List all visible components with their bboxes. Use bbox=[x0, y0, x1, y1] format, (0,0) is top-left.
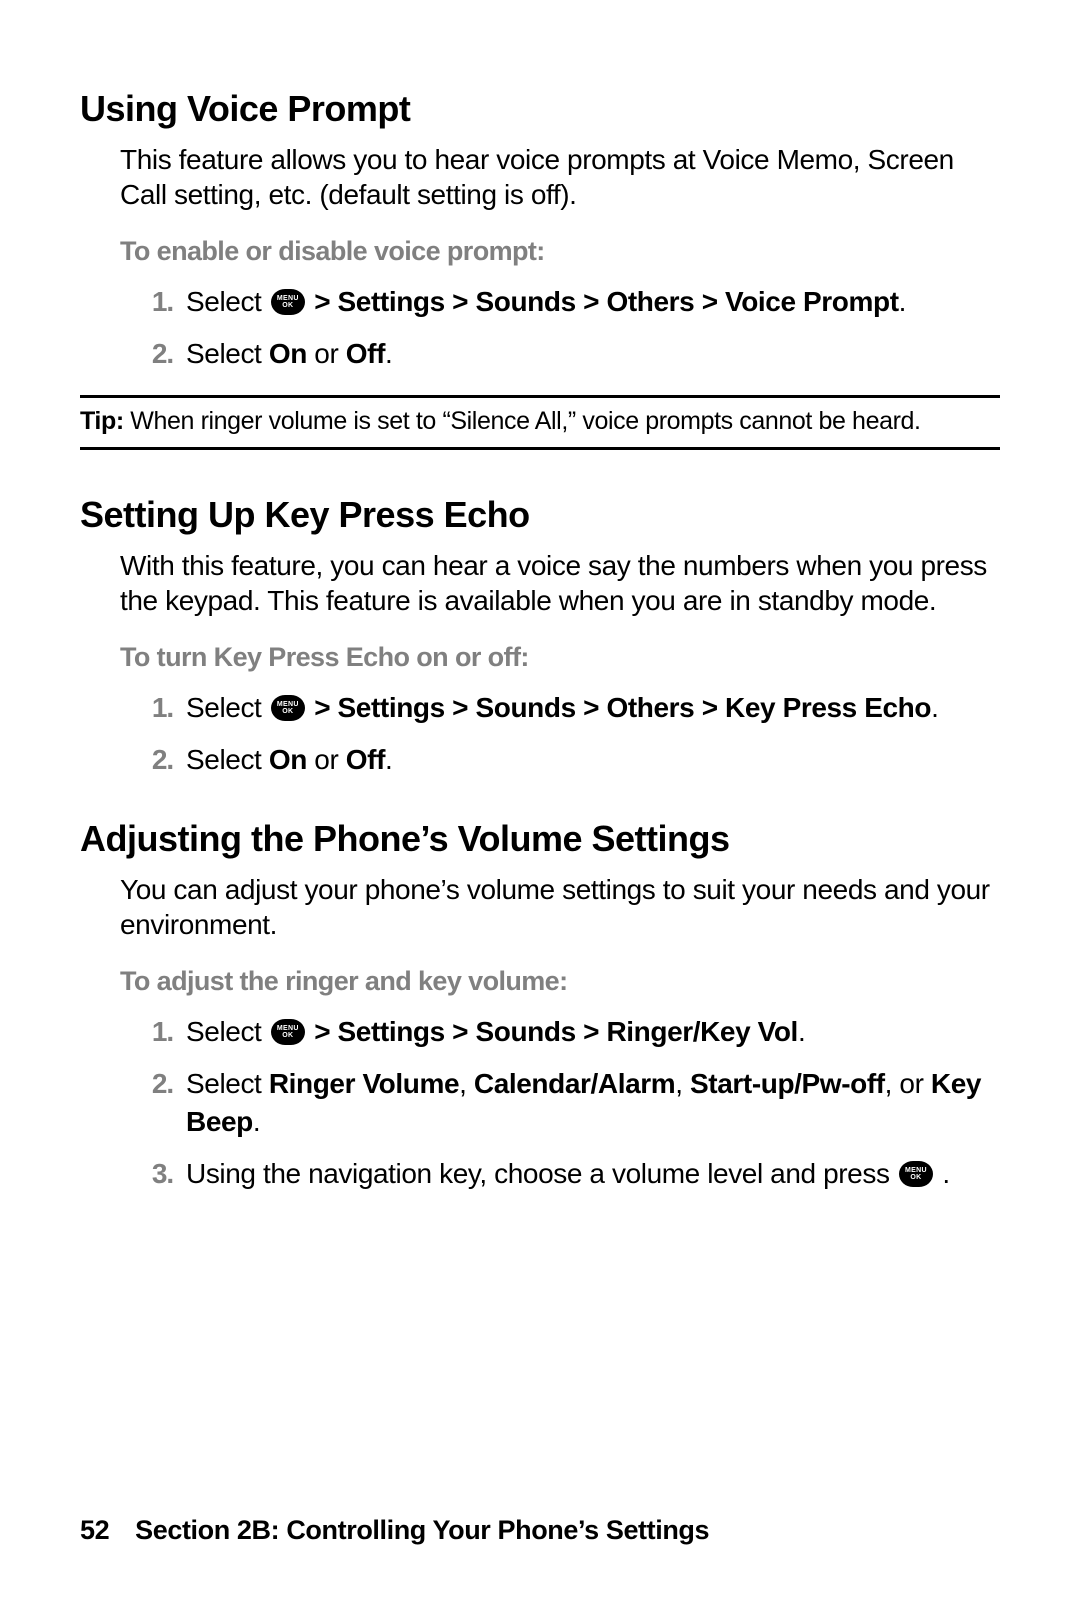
text: Using the navigation key, choose a volum… bbox=[186, 1158, 897, 1189]
text: or bbox=[307, 338, 346, 369]
step-1: Select > Settings > Sounds > Others > Vo… bbox=[180, 283, 1000, 321]
tip-box: Tip: When ringer volume is set to “Silen… bbox=[80, 395, 1000, 450]
step-2: Select On or Off. bbox=[180, 741, 1000, 779]
step-1: Select > Settings > Sounds > Others > Ke… bbox=[180, 689, 1000, 727]
text: Select bbox=[186, 1016, 269, 1047]
menu-ok-icon bbox=[271, 1019, 305, 1045]
text: . bbox=[385, 338, 392, 369]
footer-section-title: Section 2B: Controlling Your Phone’s Set… bbox=[135, 1515, 709, 1545]
menu-ok-icon bbox=[899, 1161, 933, 1187]
tip-label: Tip: bbox=[80, 407, 124, 435]
step-2: Select Ringer Volume, Calendar/Alarm, St… bbox=[180, 1065, 1000, 1141]
text: Select bbox=[186, 338, 269, 369]
menu-ok-icon bbox=[271, 695, 305, 721]
step-2: Select On or Off. bbox=[180, 335, 1000, 373]
steps-volume-settings: Select > Settings > Sounds > Ringer/Key … bbox=[80, 1013, 1000, 1192]
step-3: Using the navigation key, choose a volum… bbox=[180, 1155, 1000, 1193]
text: , or bbox=[885, 1068, 931, 1099]
text: , bbox=[459, 1068, 474, 1099]
text: Select bbox=[186, 286, 269, 317]
lead-voice-prompt: To enable or disable voice prompt: bbox=[80, 236, 1000, 267]
opt-startup-pwoff: Start-up/Pw-off bbox=[690, 1068, 885, 1099]
text: , bbox=[675, 1068, 690, 1099]
menu-ok-icon bbox=[271, 289, 305, 315]
text: or bbox=[307, 744, 346, 775]
nav-path: > Settings > Sounds > Ringer/Key Vol bbox=[307, 1016, 798, 1047]
manual-page: Using Voice Prompt This feature allows y… bbox=[0, 0, 1080, 1620]
nav-path: > Settings > Sounds > Others > Key Press… bbox=[307, 692, 931, 723]
heading-voice-prompt: Using Voice Prompt bbox=[80, 88, 1000, 130]
option-off: Off bbox=[346, 338, 385, 369]
text: . bbox=[798, 1016, 805, 1047]
text: Select bbox=[186, 1068, 269, 1099]
step-1: Select > Settings > Sounds > Ringer/Key … bbox=[180, 1013, 1000, 1051]
heading-volume-settings: Adjusting the Phone’s Volume Settings bbox=[80, 818, 1000, 860]
steps-key-press-echo: Select > Settings > Sounds > Others > Ke… bbox=[80, 689, 1000, 779]
nav-path: > Settings > Sounds > Others > Voice Pro… bbox=[307, 286, 899, 317]
text: Select bbox=[186, 744, 269, 775]
option-on: On bbox=[269, 338, 307, 369]
option-on: On bbox=[269, 744, 307, 775]
lead-key-press-echo: To turn Key Press Echo on or off: bbox=[80, 642, 1000, 673]
steps-voice-prompt: Select > Settings > Sounds > Others > Vo… bbox=[80, 283, 1000, 373]
opt-ringer-volume: Ringer Volume bbox=[269, 1068, 459, 1099]
text: . bbox=[931, 692, 938, 723]
intro-key-press-echo: With this feature, you can hear a voice … bbox=[80, 548, 1000, 618]
tip-text: When ringer volume is set to “Silence Al… bbox=[124, 407, 921, 435]
intro-volume-settings: You can adjust your phone’s volume setti… bbox=[80, 872, 1000, 942]
heading-key-press-echo: Setting Up Key Press Echo bbox=[80, 494, 1000, 536]
opt-calendar-alarm: Calendar/Alarm bbox=[474, 1068, 675, 1099]
text: . bbox=[935, 1158, 950, 1189]
intro-voice-prompt: This feature allows you to hear voice pr… bbox=[80, 142, 1000, 212]
text: . bbox=[253, 1106, 260, 1137]
lead-volume-settings: To adjust the ringer and key volume: bbox=[80, 966, 1000, 997]
option-off: Off bbox=[346, 744, 385, 775]
page-footer: 52 Section 2B: Controlling Your Phone’s … bbox=[80, 1515, 1000, 1546]
text: Select bbox=[186, 692, 269, 723]
text: . bbox=[899, 286, 906, 317]
page-number: 52 bbox=[80, 1515, 128, 1546]
text: . bbox=[385, 744, 392, 775]
